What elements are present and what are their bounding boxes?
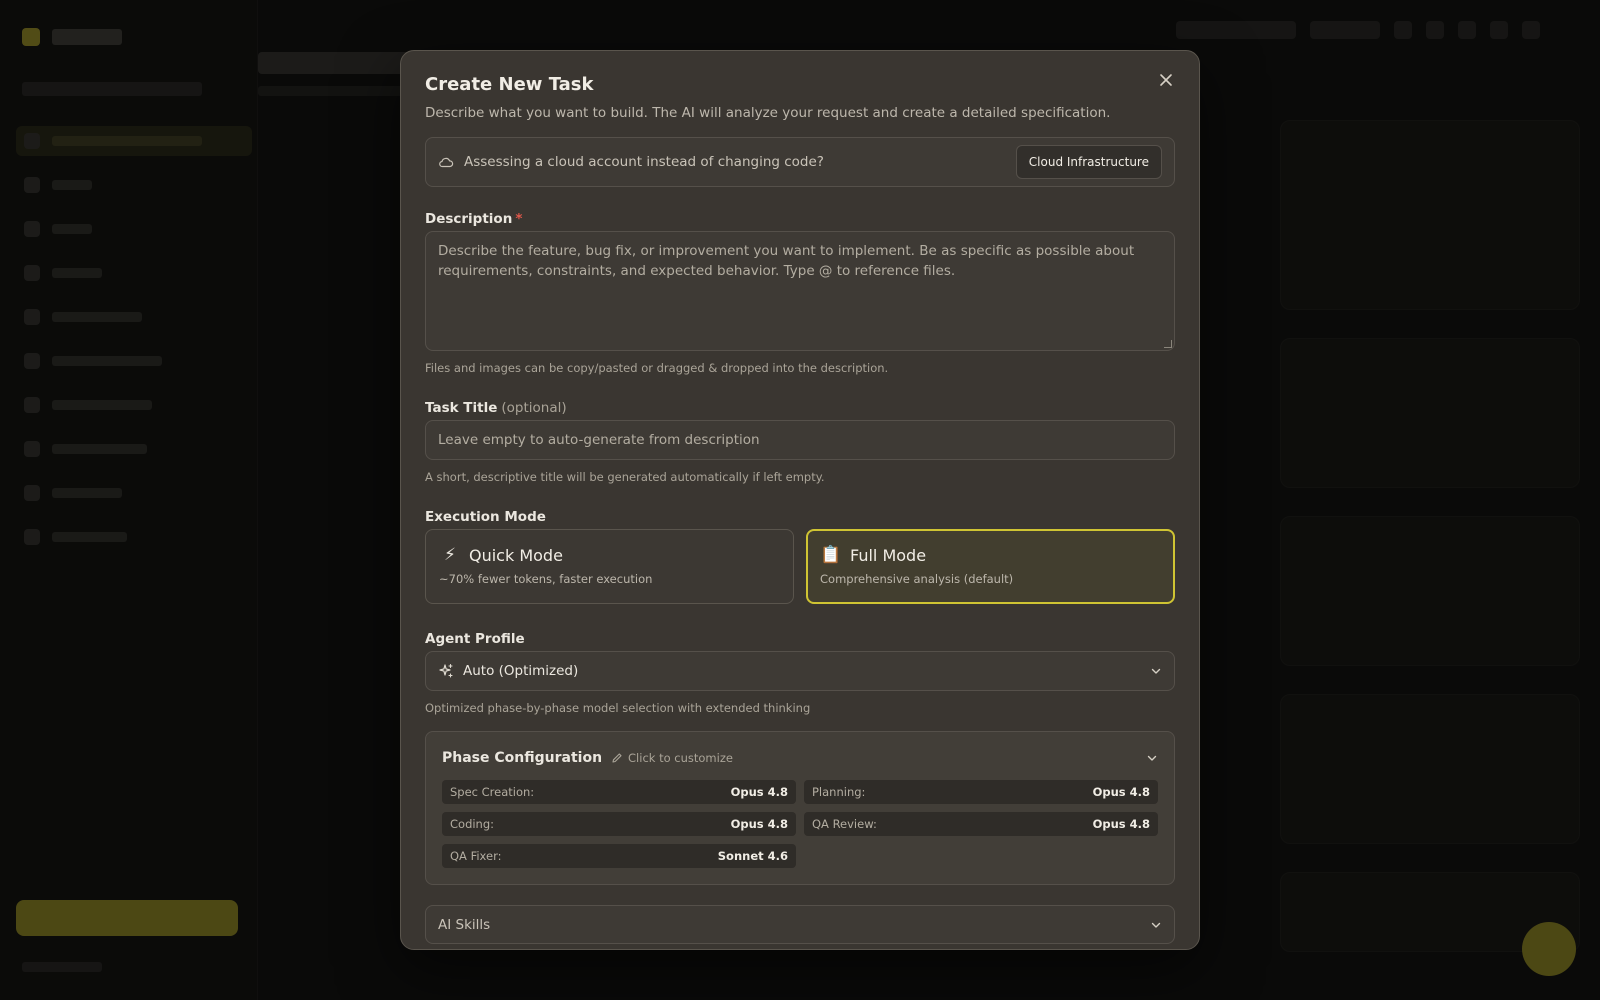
description-label: Description *	[425, 211, 523, 227]
dialog-title: Create New Task	[425, 74, 594, 95]
task-title-label: Task Title (optional)	[425, 400, 567, 416]
full-mode-description: Comprehensive analysis (default)	[820, 572, 1014, 586]
quick-mode-name: Quick Mode	[469, 545, 563, 565]
required-mark: *	[515, 211, 523, 227]
task-title-hint: A short, descriptive title will be gener…	[425, 470, 825, 484]
full-mode-option[interactable]: 📋 Full Mode Comprehensive analysis (defa…	[806, 529, 1175, 604]
agent-profile-section: Agent Profile Auto (Optimized) Optimized…	[425, 630, 1175, 716]
sparkles-icon	[438, 663, 454, 679]
description-placeholder: Describe the feature, bug fix, or improv…	[438, 243, 1135, 279]
phase-name: QA Fixer:	[450, 849, 502, 863]
phase-item: Coding: Opus 4.8	[442, 812, 796, 836]
ai-skills-label: AI Skills	[438, 916, 491, 933]
agent-profile-select[interactable]: Auto (Optimized)	[425, 651, 1175, 691]
agent-profile-hint: Optimized phase-by-phase model selection…	[425, 701, 811, 715]
phase-name: Coding:	[450, 817, 495, 831]
phase-list: Spec Creation: Opus 4.8 Planning: Opus 4…	[442, 780, 1158, 868]
quick-mode-description: ~70% fewer tokens, faster execution	[439, 572, 653, 586]
close-button[interactable]	[1155, 69, 1177, 91]
chevron-down-icon	[1150, 919, 1162, 931]
resize-handle-icon[interactable]	[1164, 340, 1172, 348]
task-title-input[interactable]: Leave empty to auto-generate from descri…	[425, 420, 1175, 460]
phase-model: Opus 4.8	[1092, 817, 1150, 831]
chevron-down-icon	[1146, 752, 1158, 764]
chevron-down-icon	[1150, 665, 1162, 677]
full-mode-name: Full Mode	[850, 545, 927, 565]
phase-name: Spec Creation:	[450, 785, 535, 799]
create-task-dialog: Create New Task Describe what you want t…	[400, 50, 1200, 950]
cloud-infrastructure-button[interactable]: Cloud Infrastructure	[1015, 145, 1162, 179]
phase-item: Spec Creation: Opus 4.8	[442, 780, 796, 804]
agent-profile-label: Agent Profile	[425, 631, 525, 647]
task-title-placeholder: Leave empty to auto-generate from descri…	[438, 432, 760, 448]
customize-label: Click to customize	[628, 751, 733, 765]
phase-model: Sonnet 4.6	[717, 849, 788, 863]
phase-model: Opus 4.8	[730, 785, 788, 799]
phase-name: QA Review:	[812, 817, 877, 831]
execution-mode-options: ⚡ Quick Mode ~70% fewer tokens, faster e…	[425, 529, 1175, 604]
pencil-icon	[611, 752, 623, 764]
lightning-icon: ⚡	[444, 545, 456, 565]
description-section: Description * Describe the feature, bug f…	[425, 210, 1175, 376]
x-icon	[1159, 73, 1173, 87]
customize-link[interactable]: Click to customize	[611, 751, 733, 765]
cloud-icon	[438, 154, 454, 170]
phase-item: QA Fixer: Sonnet 4.6	[442, 844, 796, 868]
cloud-banner-text: Assessing a cloud account instead of cha…	[464, 154, 824, 170]
task-title-section: Task Title (optional) Leave empty to auto…	[425, 399, 1175, 485]
phase-item: Planning: Opus 4.8	[804, 780, 1158, 804]
ai-skills-dropdown[interactable]: AI Skills	[425, 905, 1175, 944]
phase-name: Planning:	[812, 785, 866, 799]
phase-item: QA Review: Opus 4.8	[804, 812, 1158, 836]
quick-mode-option[interactable]: ⚡ Quick Mode ~70% fewer tokens, faster e…	[425, 529, 794, 604]
description-hint: Files and images can be copy/pasted or d…	[425, 361, 889, 375]
phase-model: Opus 4.8	[730, 817, 788, 831]
description-textarea[interactable]: Describe the feature, bug fix, or improv…	[425, 231, 1175, 351]
dialog-description: Describe what you want to build. The AI …	[425, 105, 1111, 121]
phase-model: Opus 4.8	[1092, 785, 1150, 799]
agent-profile-value: Auto (Optimized)	[463, 663, 579, 679]
clipboard-icon: 📋	[820, 545, 842, 565]
phase-configuration-title: Phase Configuration	[442, 750, 603, 766]
phase-configuration-header[interactable]: Phase Configuration Click to customize	[442, 748, 1158, 768]
execution-mode-label: Execution Mode	[425, 509, 546, 525]
execution-mode-section: Execution Mode ⚡ Quick Mode ~70% fewer t…	[425, 508, 1175, 604]
optional-label: (optional)	[501, 400, 567, 416]
phase-configuration-panel: Phase Configuration Click to customize S…	[425, 731, 1175, 885]
cloud-banner: Assessing a cloud account instead of cha…	[425, 137, 1175, 187]
